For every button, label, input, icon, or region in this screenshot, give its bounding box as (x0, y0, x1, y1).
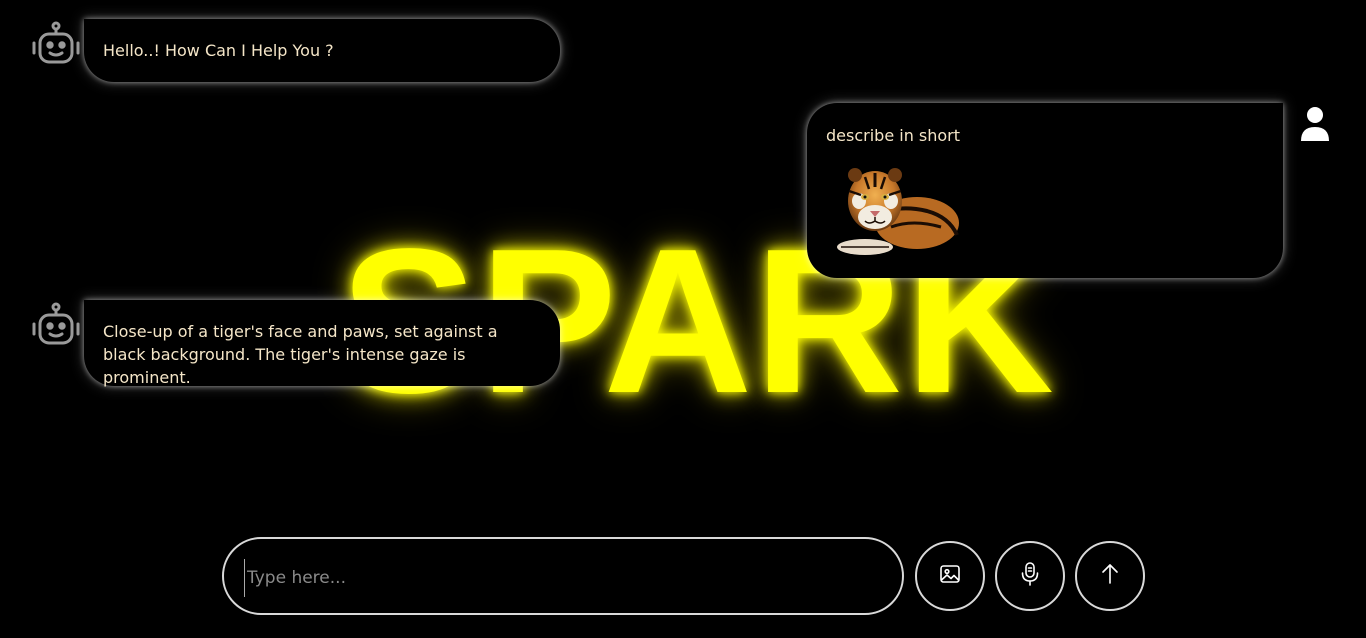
voice-input-button[interactable] (995, 541, 1065, 611)
arrow-up-icon (1099, 562, 1121, 591)
robot-icon (30, 20, 82, 72)
bot-message-text: Hello..! How Can I Help You ? (103, 41, 334, 60)
message-composer (222, 537, 904, 615)
chat-app: SPARK Hello..! How Can I Help You ? desc… (0, 0, 1366, 638)
robot-icon (30, 301, 82, 353)
image-upload-button[interactable] (915, 541, 985, 611)
user-icon (1298, 104, 1332, 144)
user-message-bubble: describe in short (807, 103, 1283, 278)
message-input[interactable] (244, 559, 879, 597)
bot-message-text: Close-up of a tiger's face and paws, set… (103, 322, 498, 387)
microphone-icon (1018, 561, 1042, 592)
bot-message-bubble: Hello..! How Can I Help You ? (84, 19, 560, 82)
bot-message-bubble: Close-up of a tiger's face and paws, set… (84, 300, 560, 387)
tiger-image (831, 161, 967, 261)
send-button[interactable] (1075, 541, 1145, 611)
user-message-text: describe in short (826, 126, 961, 145)
image-icon (938, 562, 962, 591)
